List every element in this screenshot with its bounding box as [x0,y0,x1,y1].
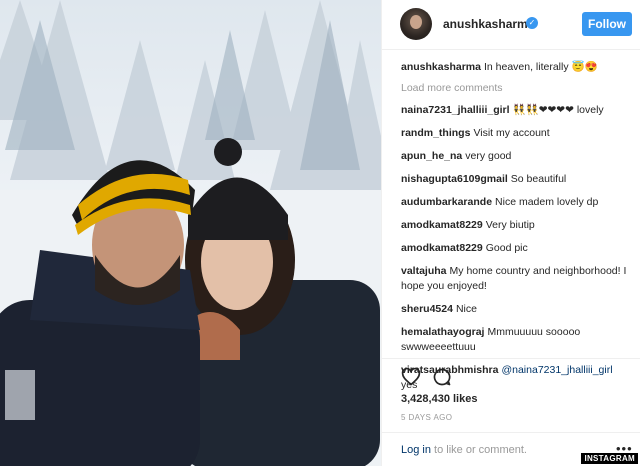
comment-text: Good pic [485,242,528,254]
post-actions: 3,428,430 likes 5 DAYS AGO [382,358,640,422]
post-header: anushkasharma ✓ Follow [382,0,640,50]
comment-username[interactable]: sheru4524 [401,303,453,315]
comment-row: randm_things Visit my account [401,126,637,141]
comment-text: So beautiful [510,173,567,185]
avatar[interactable] [400,8,432,40]
comment-text: Nice [455,303,477,315]
author-username[interactable]: anushkasharma [443,17,534,31]
login-prompt-text: Log in to like or comment. [401,444,527,456]
login-rest-text: to like or comment. [430,444,527,456]
comment-text: very good [465,150,512,162]
post-side-panel: anushkasharma ✓ Follow anushkasharma In h… [381,0,640,466]
caption-text: In heaven, literally 😇😍 [483,61,598,73]
comment-row: hemalathayograj Mmmuuuuu sooooo swwweeeet… [401,325,637,355]
comment-username[interactable]: amodkamat8229 [401,242,483,254]
likes-count[interactable]: 3,428,430 likes [401,393,477,405]
comment-username[interactable]: valtajuha [401,265,447,277]
post-photo[interactable] [0,0,381,466]
comment-icon[interactable] [432,367,452,387]
comment-text: Visit my account [473,127,550,139]
comment-row: nishagupta6109gmail So beautiful [401,172,637,187]
comment-row: sheru4524 Nice [401,302,637,317]
post-timestamp: 5 DAYS AGO [401,413,453,422]
comment-row: amodkamat8229 Good pic [401,241,637,256]
comment-text: Nice madem lovely dp [495,196,599,208]
comments-list: anushkasharma In heaven, literally 😇😍 Loa… [401,60,637,401]
follow-button[interactable]: Follow [582,12,632,36]
comment-row: apun_he_na very good [401,149,637,164]
comment-row: audumbarkarande Nice madem lovely dp [401,195,637,210]
comment-text: Very biutip [485,219,535,231]
comment-username[interactable]: hemalathayograj [401,326,484,338]
comment-username[interactable]: apun_he_na [401,150,462,162]
login-link[interactable]: Log in [401,444,431,456]
heart-icon[interactable] [401,367,421,387]
watermark: INSTAGRAM [581,453,638,464]
photo-illustration [0,0,381,466]
comment-username[interactable]: nishagupta6109gmail [401,173,508,185]
load-more-comments-link[interactable]: Load more comments [401,81,637,96]
comment-username[interactable]: randm_things [401,127,470,139]
comment-row: naina7231_jhalliii_girl 👯👯❤❤❤❤ lovely [401,103,637,118]
comment-row: valtajuha My home country and neighborhoo… [401,264,637,294]
verified-badge-icon: ✓ [526,17,538,29]
comment-username[interactable]: amodkamat8229 [401,219,483,231]
comment-row: amodkamat8229 Very biutip [401,218,637,233]
caption-username[interactable]: anushkasharma [401,61,481,73]
comment-text: 👯👯❤❤❤❤ lovely [512,104,604,116]
comment-mention[interactable]: @naina7231_jhalliii_girl [501,364,612,376]
caption: anushkasharma In heaven, literally 😇😍 [401,60,637,75]
comment-username[interactable]: audumbarkarande [401,196,492,208]
comment-username[interactable]: naina7231_jhalliii_girl [401,104,510,116]
